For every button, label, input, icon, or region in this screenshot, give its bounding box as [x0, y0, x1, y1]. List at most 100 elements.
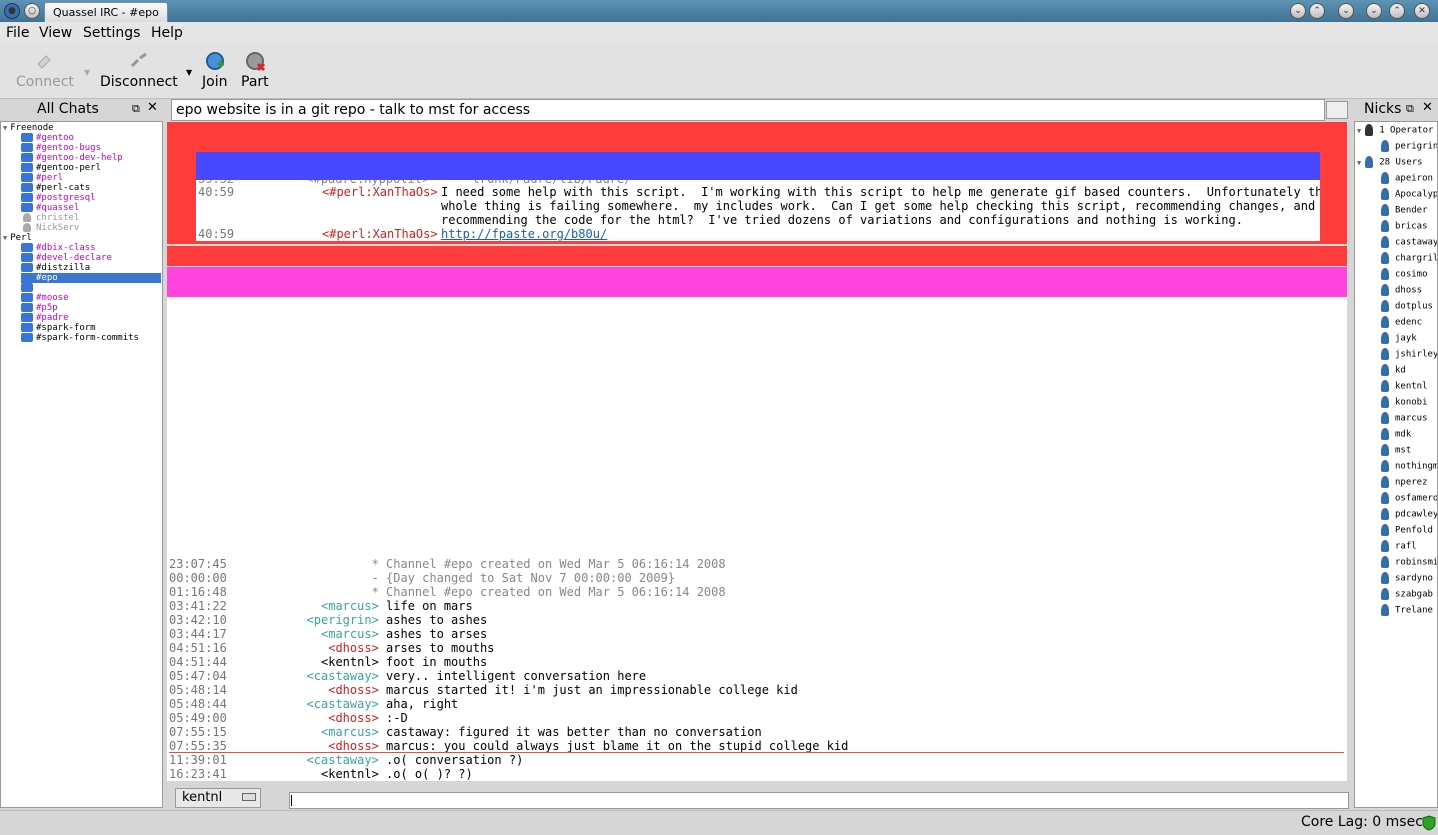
- channel-item[interactable]: #gentoo-dev-help: [21, 153, 161, 163]
- message-sender[interactable]: <marcus>: [227, 599, 379, 613]
- channel-item[interactable]: #postgresql: [21, 193, 161, 203]
- message-sender[interactable]: <dhoss>: [227, 641, 379, 655]
- nick-item[interactable]: mdk: [1381, 428, 1411, 440]
- message-sender[interactable]: <kentnl>: [227, 767, 379, 781]
- nick-item[interactable]: marcus: [1381, 412, 1428, 424]
- channel-item[interactable]: #distzilla: [21, 263, 161, 273]
- nick-item[interactable]: osfameron: [1381, 492, 1437, 504]
- expand-arrow-icon[interactable]: ▼: [1357, 159, 1361, 167]
- channel-item[interactable]: #spark-form-commits: [21, 333, 161, 343]
- channel-item[interactable]: #perl-cats: [21, 183, 161, 193]
- channel-item[interactable]: [21, 283, 161, 293]
- channel-item[interactable]: #moose: [21, 293, 161, 303]
- nick-item[interactable]: edenc: [1381, 316, 1422, 328]
- channel-item[interactable]: christel: [21, 213, 161, 223]
- splitter-bar[interactable]: [167, 246, 1347, 266]
- channel-item[interactable]: #p5p: [21, 303, 161, 313]
- minimize-icon[interactable]: ⌄: [1366, 3, 1382, 19]
- message-input[interactable]: [289, 792, 1349, 809]
- nick-item[interactable]: robinsmi: [1381, 556, 1437, 568]
- nick-item[interactable]: perigrin: [1381, 140, 1437, 152]
- message-sender[interactable]: <kentnl>: [227, 655, 379, 669]
- nick-item[interactable]: bricas: [1381, 220, 1428, 232]
- shade-icon[interactable]: ⌄: [1338, 3, 1354, 19]
- connect-dropdown-icon[interactable]: ▼: [84, 68, 90, 77]
- nick-item[interactable]: Bender: [1381, 204, 1428, 216]
- channel-item[interactable]: #gentoo-bugs: [21, 143, 161, 153]
- channel-item[interactable]: #padre: [21, 313, 161, 323]
- channel-item[interactable]: #gentoo: [21, 133, 161, 143]
- nick-item[interactable]: konobi: [1381, 396, 1428, 408]
- nick-item[interactable]: jshirley: [1381, 348, 1437, 360]
- message-sender[interactable]: <dhoss>: [227, 711, 379, 725]
- nick-item[interactable]: cosimo: [1381, 268, 1428, 280]
- expand-arrow-icon[interactable]: ▼: [1357, 127, 1361, 135]
- window-menu-icon[interactable]: ○: [24, 3, 40, 19]
- nick-item[interactable]: dhoss: [1381, 284, 1422, 296]
- menu-settings[interactable]: Settings: [83, 25, 140, 41]
- nick-item[interactable]: dotplus: [1381, 300, 1433, 312]
- message-sender[interactable]: *: [227, 585, 379, 599]
- message-sender[interactable]: *: [227, 557, 379, 571]
- nick-group[interactable]: ▼ 28 Users: [1357, 156, 1423, 168]
- join-button[interactable]: Join: [202, 50, 227, 90]
- part-button[interactable]: Part: [241, 50, 269, 90]
- network-item[interactable]: ▼ Freenode: [3, 123, 54, 133]
- menu-view[interactable]: View: [39, 25, 72, 41]
- network-item[interactable]: ▼ Perl: [3, 233, 32, 243]
- nick-group[interactable]: ▼ 1 Operator: [1357, 124, 1433, 136]
- nick-item[interactable]: chargrill: [1381, 252, 1437, 264]
- message-sender[interactable]: <castaway>: [227, 697, 379, 711]
- topic-edit-button[interactable]: [1326, 101, 1348, 119]
- close-panel-icon[interactable]: ✕: [147, 100, 158, 115]
- menu-file[interactable]: File: [6, 25, 29, 41]
- channel-item[interactable]: #dbix-class: [21, 243, 161, 253]
- disconnect-button[interactable]: Disconnect: [100, 50, 178, 90]
- nick-item[interactable]: pdcawley: [1381, 508, 1437, 520]
- message-sender[interactable]: <dhoss>: [227, 683, 379, 697]
- disconnect-dropdown-icon[interactable]: ▼: [186, 68, 192, 77]
- menu-help[interactable]: Help: [151, 25, 183, 41]
- message-sender[interactable]: <dhoss>: [227, 739, 379, 753]
- nick-item[interactable]: apeiron: [1381, 172, 1433, 184]
- channel-item[interactable]: #devel-declare: [21, 253, 161, 263]
- nick-item[interactable]: mst: [1381, 444, 1411, 456]
- channel-item[interactable]: #perl: [21, 173, 161, 183]
- float-panel-icon[interactable]: ⧉: [132, 102, 140, 116]
- nick-item[interactable]: Apocalyp: [1381, 188, 1437, 200]
- channel-item[interactable]: #epo: [21, 273, 161, 283]
- close-nicks-icon[interactable]: ✕: [1422, 100, 1433, 115]
- message-sender[interactable]: <castaway>: [227, 669, 379, 683]
- message-sender[interactable]: <perigrin>: [227, 613, 379, 627]
- channel-item[interactable]: #gentoo-perl: [21, 163, 161, 173]
- close-window-icon[interactable]: ✕: [1414, 3, 1430, 19]
- float-nicks-icon[interactable]: ⧉: [1406, 102, 1414, 116]
- message-sender[interactable]: <marcus>: [227, 725, 379, 739]
- maximize-icon[interactable]: ⌃: [1389, 3, 1405, 19]
- connect-button[interactable]: Connect: [16, 50, 74, 90]
- app-icon[interactable]: ●: [4, 3, 20, 19]
- expand-arrow-icon[interactable]: ▼: [3, 124, 7, 132]
- nick-item[interactable]: kentnl: [1381, 380, 1428, 392]
- nick-selector[interactable]: kentnl: [175, 788, 261, 808]
- keep-below-icon[interactable]: ⌄: [1290, 3, 1306, 19]
- message-sender[interactable]: <marcus>: [227, 627, 379, 641]
- nick-item[interactable]: Penfold: [1381, 524, 1433, 536]
- message-sender[interactable]: <castaway>: [227, 753, 379, 767]
- nick-item[interactable]: nperez: [1381, 476, 1428, 488]
- nick-item[interactable]: jayk: [1381, 332, 1417, 344]
- nick-item[interactable]: sardyno: [1381, 572, 1433, 584]
- channel-item[interactable]: #quassel: [21, 203, 161, 213]
- nick-item[interactable]: Trelane: [1381, 604, 1433, 616]
- message-sender[interactable]: -: [227, 571, 379, 585]
- channel-item[interactable]: #spark-form: [21, 323, 161, 333]
- expand-arrow-icon[interactable]: ▼: [3, 234, 7, 242]
- nick-item[interactable]: szabgab: [1381, 588, 1433, 600]
- nick-item[interactable]: castaway: [1381, 236, 1437, 248]
- monitor-link[interactable]: http://fpaste.org/b80u/: [441, 227, 607, 241]
- nick-item[interactable]: kd: [1381, 364, 1406, 376]
- keep-above-icon[interactable]: ⌃: [1309, 3, 1325, 19]
- channel-item[interactable]: NickServ: [21, 223, 161, 233]
- nick-item[interactable]: rafl: [1381, 540, 1417, 552]
- nick-item[interactable]: nothingm: [1381, 460, 1437, 472]
